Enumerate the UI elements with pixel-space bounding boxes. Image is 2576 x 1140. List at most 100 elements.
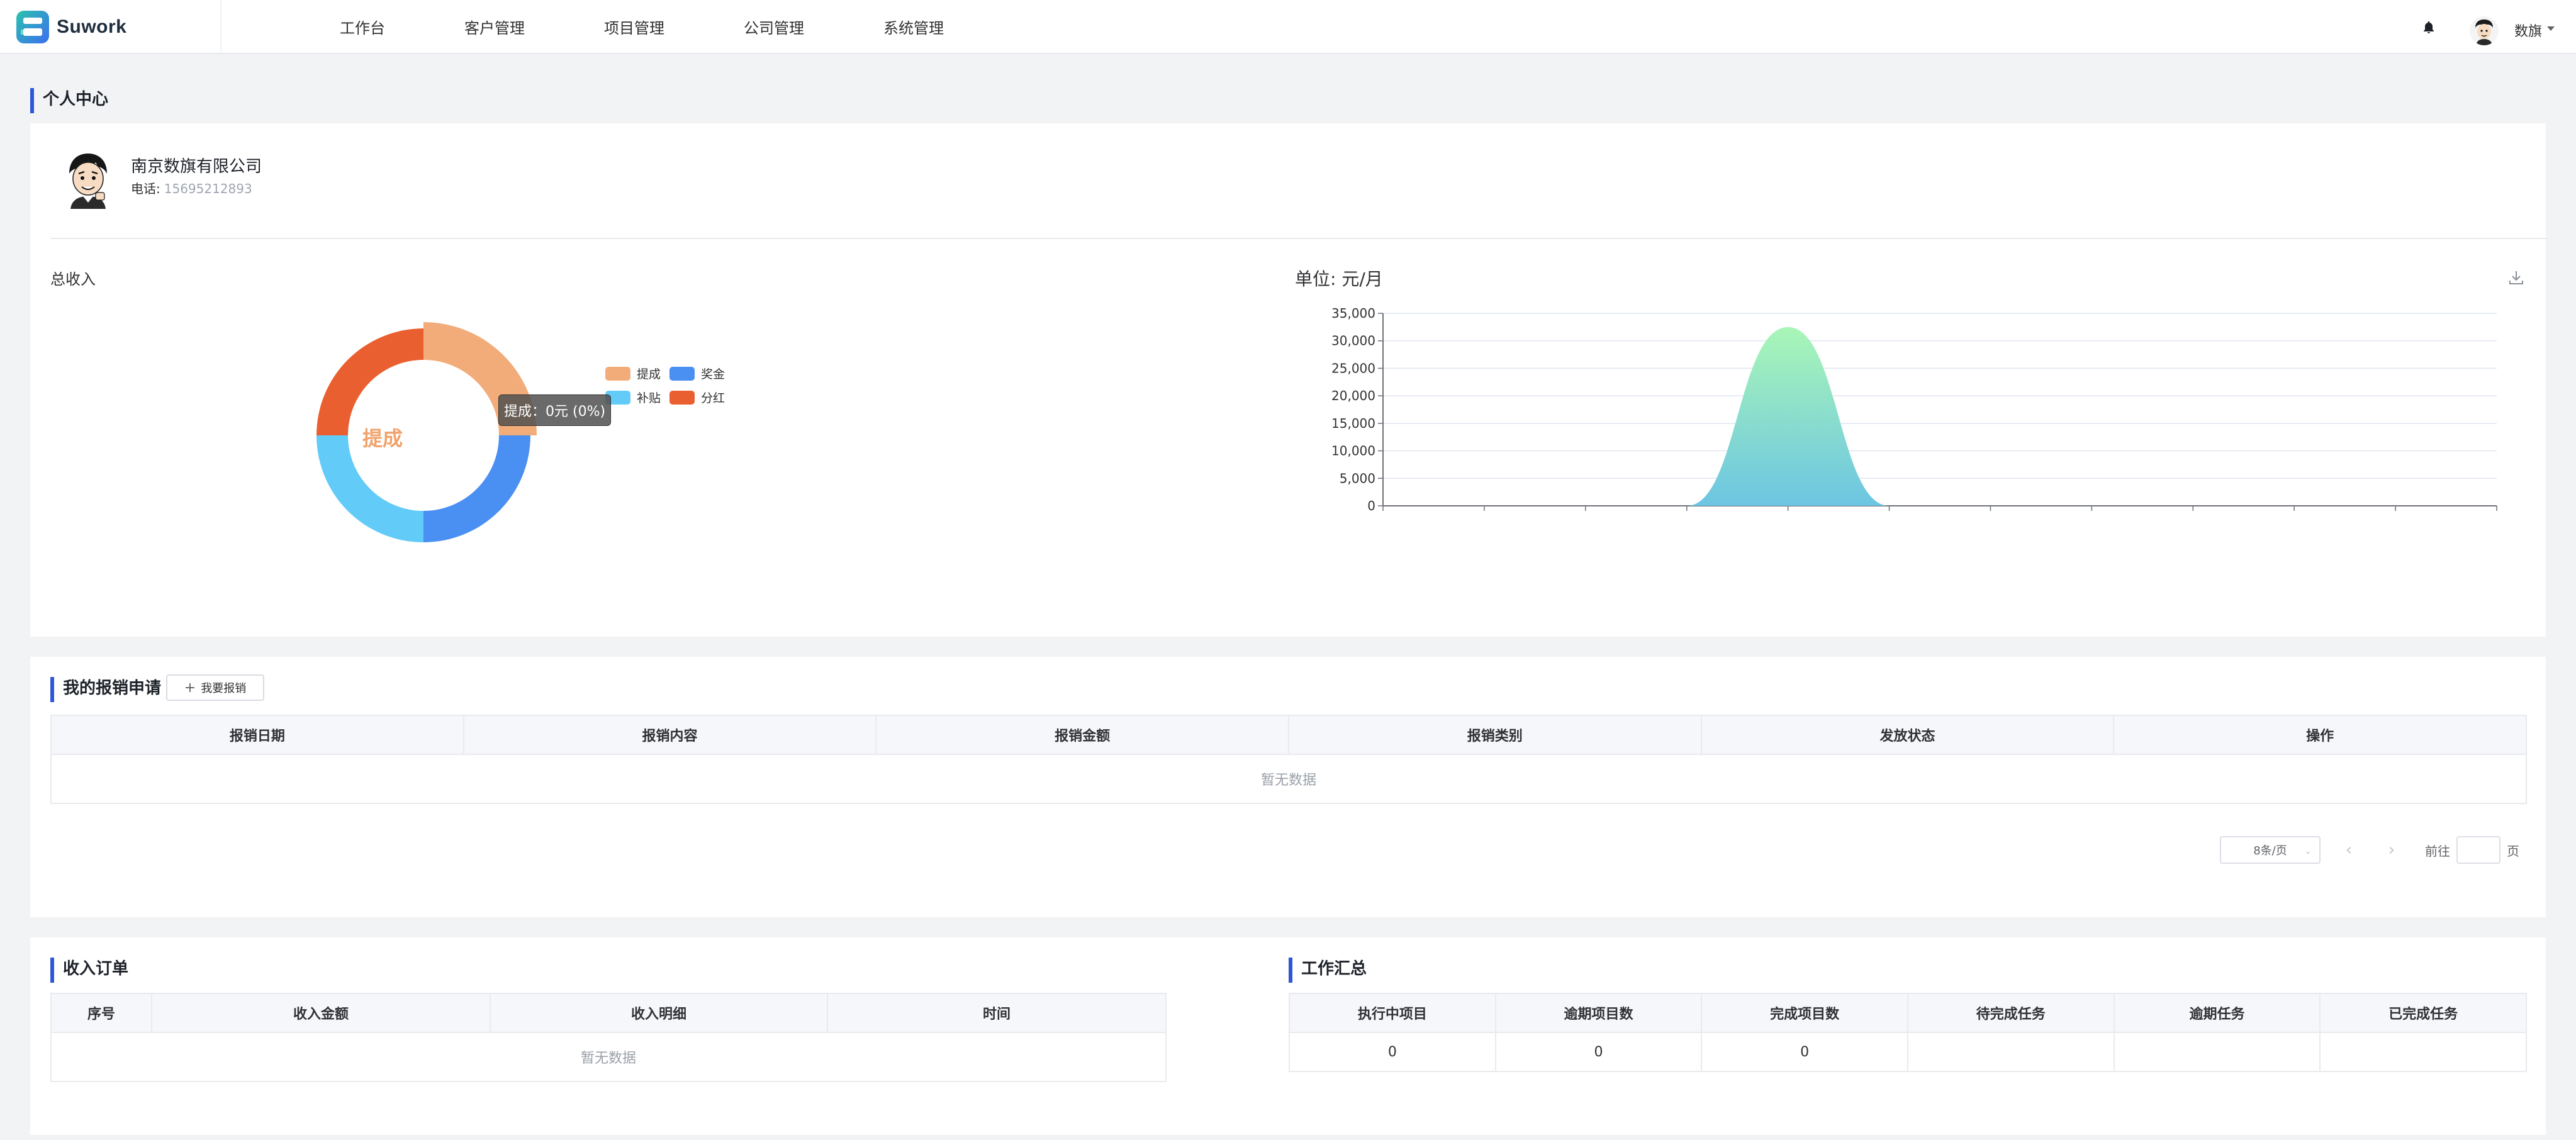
legend-label: 提成 [637,367,661,381]
expense-table: 报销日期 报销内容 报销金额 报销类别 发放状态 操作 暂无数据 [50,715,2527,804]
next-page-icon[interactable]: › [2377,841,2406,859]
add-expense-label: 我要报销 [201,682,247,695]
table-cell [2113,1032,2321,1072]
page-suffix: 页 [2507,843,2519,859]
y-tick-label: 30,000 [1331,333,1375,349]
legend-item-subsidy[interactable]: 补贴 [605,389,661,406]
column-header[interactable]: 收入金额 [151,993,491,1033]
legend-item-dividend[interactable]: 分红 [669,389,725,406]
y-tick-label: 25,000 [1331,360,1375,376]
empty-row: 暂无数据 [50,754,2527,804]
monthly-income-area-chart[interactable]: 0 5,000 10,000 15,000 20,000 25,000 30,000 35,0… [1314,293,2522,513]
chevron-down-icon[interactable] [2547,26,2555,31]
chevron-down-icon: ⌄ [2304,846,2312,856]
empty-text: 暂无数据 [50,754,2527,804]
column-header[interactable]: 完成项目数 [1701,993,1908,1033]
orders-title: 收入订单 [50,958,128,983]
legend-swatch [605,366,630,381]
personal-center-card: 南京数旗有限公司 电话: 15695212893 总收入 提成 提成 奖金 补贴 … [30,123,2548,637]
prev-page-icon[interactable]: ‹ [2334,841,2363,859]
legend-swatch [669,366,695,381]
area-series[interactable] [1383,327,2497,506]
nav-item-workbench[interactable]: 工作台 [340,0,385,54]
table-header-row: 报销日期 报销内容 报销金额 报销类别 发放状态 操作 [50,715,2527,755]
nav-item-system[interactable]: 系统管理 [883,0,944,54]
column-header[interactable]: 操作 [2113,715,2527,755]
legend-item-bonus[interactable]: 奖金 [669,365,725,382]
pie-slice[interactable] [316,328,423,435]
page-jump-input[interactable] [2456,836,2500,864]
top-bar: Suwork 工作台 客户管理 项目管理 公司管理 系统管理 数旗 [0,0,2576,54]
app-name: Suwork [57,16,127,37]
column-header[interactable]: 发放状态 [1700,715,2115,755]
divider [50,238,2548,239]
table-cell [2319,1032,2527,1072]
logo[interactable]: Suwork [0,0,221,54]
column-header[interactable]: 报销金额 [875,715,1289,755]
legend-label: 分红 [701,391,725,405]
income-donut-chart[interactable] [282,312,565,557]
logo-icon [16,11,49,43]
donut-center-label: 提成 [362,427,403,450]
nav-item-company[interactable]: 公司管理 [744,0,804,54]
column-header[interactable]: 时间 [827,993,1167,1033]
expense-card: 我的报销申请 + 我要报销 报销日期 报销内容 报销金额 报销类别 发放状态 操作… [30,657,2546,917]
y-tick-label: 20,000 [1331,388,1375,403]
table-header-row: 序号 收入金额 收入明细 时间 [50,993,1167,1033]
work-summary-table: 执行中项目 逾期项目数 完成项目数 待完成任务 逾期任务 已完成任务 0 0 0 [1289,993,2527,1072]
column-header[interactable]: 序号 [50,993,152,1033]
column-header[interactable]: 报销类别 [1287,715,1702,755]
column-header[interactable]: 收入明细 [490,993,828,1033]
phone-line: 电话: 15695212893 [131,179,252,197]
legend-swatch [669,390,695,405]
legend-label: 补贴 [637,391,661,405]
table-header-row: 执行中项目 逾期项目数 完成项目数 待完成任务 逾期任务 已完成任务 [1289,993,2527,1033]
user-avatar[interactable] [2470,16,2499,45]
y-tick-label: 10,000 [1331,444,1375,459]
chart-tooltip: 提成：0元 (0%) [498,394,612,426]
profile-avatar [58,148,118,209]
column-header[interactable]: 已完成任务 [2319,993,2527,1033]
phone-value: 15695212893 [164,181,252,196]
bottom-card: 收入订单 序号 收入金额 收入明细 时间 暂无数据 工作汇总 执行中项目 逾期项… [30,937,2546,1135]
column-header[interactable]: 报销内容 [462,715,877,755]
plus-icon: + [184,679,196,696]
company-name: 南京数旗有限公司 [131,157,262,176]
table-cell: 0 [1289,1032,1496,1072]
phone-label: 电话: [131,181,160,196]
table-cell: 0 [1494,1032,1703,1072]
expense-title: 我的报销申请 [50,677,161,702]
goto-label: 前往 [2425,843,2450,859]
work-summary-title: 工作汇总 [1289,958,1367,983]
add-expense-button[interactable]: + 我要报销 [166,674,264,701]
y-tick-label: 35,000 [1331,306,1375,321]
user-name[interactable]: 数旗 [2514,20,2542,40]
main-nav: 工作台 客户管理 项目管理 公司管理 系统管理 [340,0,1023,54]
orders-table: 序号 收入金额 收入明细 时间 暂无数据 [50,993,1167,1082]
chart-unit-title: 单位: 元/月 [1295,269,1383,289]
y-tick-label: 15,000 [1331,416,1375,431]
column-header[interactable]: 逾期项目数 [1494,993,1703,1033]
notification-bell-icon[interactable] [2421,20,2436,35]
nav-item-customers[interactable]: 客户管理 [464,0,525,54]
page-size-select[interactable]: 8条/页 ⌄ [2220,836,2321,864]
column-header[interactable]: 报销日期 [50,715,464,755]
table-row: 0 0 0 [1289,1032,2527,1072]
page-size-value: 8条/页 [2253,844,2287,858]
empty-text: 暂无数据 [50,1032,1167,1082]
download-icon[interactable] [2507,268,2526,287]
area-series-line [1383,327,2497,506]
pie-slice[interactable] [423,435,530,542]
column-header[interactable]: 执行中项目 [1289,993,1496,1033]
legend-label: 奖金 [701,367,725,381]
legend-item-commission[interactable]: 提成 [605,365,661,382]
table-cell: 0 [1701,1032,1908,1072]
table-cell [1907,1032,2115,1072]
nav-item-projects[interactable]: 项目管理 [604,0,664,54]
pagination: 8条/页 ⌄ ‹ › 前往 页 [2220,835,2519,864]
column-header[interactable]: 待完成任务 [1907,993,2115,1033]
y-tick-label: 0 [1367,498,1375,513]
empty-row: 暂无数据 [50,1032,1167,1082]
y-tick-label: 5,000 [1340,471,1375,486]
column-header[interactable]: 逾期任务 [2113,993,2321,1033]
